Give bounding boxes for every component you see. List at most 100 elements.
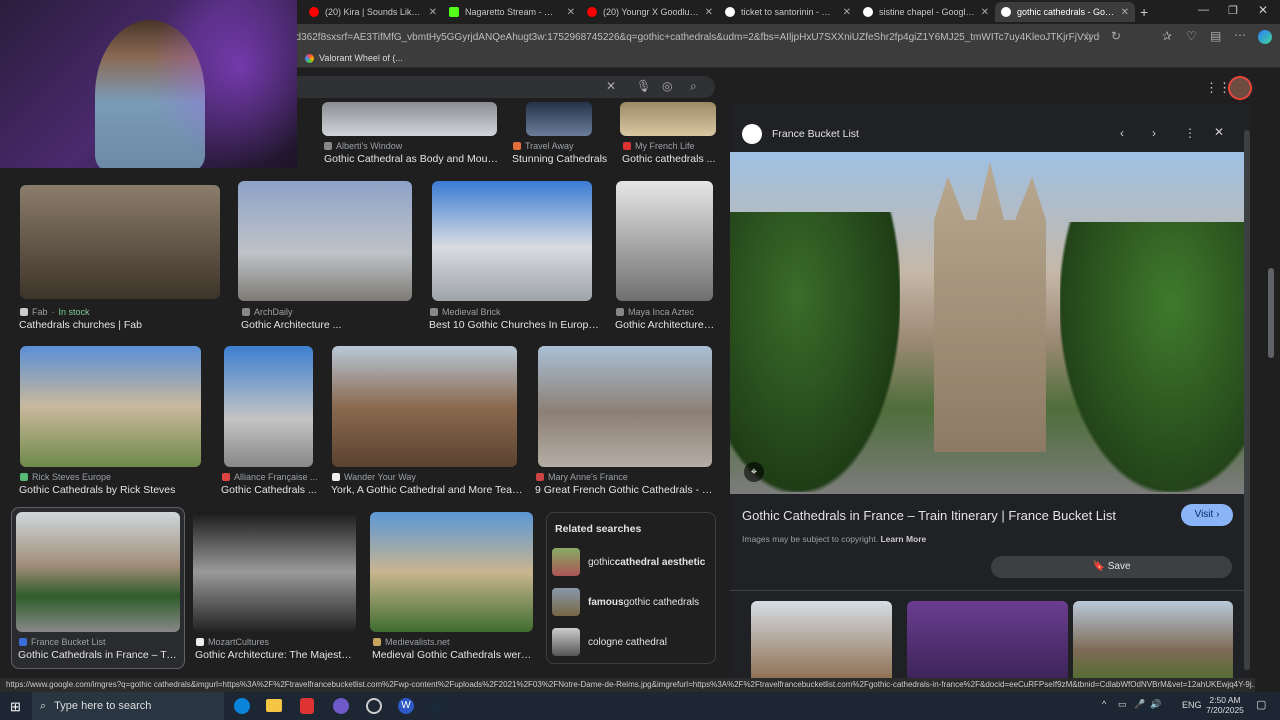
taskbar-search[interactable]: ⌕ Type here to search (32, 692, 224, 720)
result-image[interactable] (616, 181, 713, 301)
related-searches: Related searches gothic cathedral aesthe… (546, 512, 716, 664)
microphone-icon[interactable]: 🎙 (636, 79, 651, 93)
search-input[interactable]: ✕ 🎙 ◎ ⌕ (290, 76, 715, 98)
next-icon[interactable]: › (1152, 126, 1156, 140)
close-window-button[interactable]: ✕ (1258, 3, 1268, 17)
lens-icon[interactable]: ⌖ (744, 462, 764, 482)
webcam-overlay (0, 0, 297, 168)
result-title[interactable]: Gothic cathedrals ... (622, 153, 716, 165)
collections-icon[interactable]: ▤ (1210, 29, 1221, 43)
result-image[interactable] (432, 181, 592, 301)
similar-image[interactable] (1073, 601, 1233, 678)
panel-title[interactable]: Gothic Cathedrals in France – Train Itin… (742, 508, 1172, 523)
tab-kira[interactable]: (20) Kira | Sounds Like ATL |✕ (303, 2, 443, 22)
result-image[interactable] (538, 346, 712, 467)
result-source: My French Life (623, 141, 695, 151)
minimize-button[interactable]: — (1198, 4, 1209, 16)
result-image[interactable] (20, 346, 201, 467)
result-title[interactable]: 9 Great French Gothic Cathedrals - Ma... (535, 484, 715, 496)
google-icon (863, 7, 873, 17)
more-options-icon[interactable]: ⋮ (1184, 126, 1196, 140)
save-button[interactable]: 🔖 Save (991, 556, 1232, 578)
clear-icon[interactable]: ✕ (606, 79, 616, 93)
favorites-icon[interactable]: ✰ (1162, 29, 1172, 43)
obs-icon[interactable] (366, 698, 382, 714)
related-item[interactable]: gothic cathedral aesthetic (552, 547, 705, 577)
search-icon[interactable]: ⌕ (690, 79, 697, 94)
result-title[interactable]: Cathedrals churches | Fab (19, 319, 219, 331)
result-image[interactable] (332, 346, 517, 467)
result-image[interactable] (370, 512, 533, 632)
result-image[interactable] (16, 512, 180, 632)
extension-icon[interactable]: ♡ (1186, 29, 1197, 43)
result-image[interactable] (224, 346, 313, 467)
copilot-icon[interactable] (1258, 30, 1272, 44)
result-source: Alberti's Window (324, 141, 402, 151)
close-icon[interactable]: ✕ (843, 7, 851, 18)
related-item[interactable]: cologne cathedral (552, 627, 667, 657)
chrome-icon[interactable] (333, 698, 349, 714)
tab-gothic-cathedrals[interactable]: gothic cathedrals - Google ✕ (995, 2, 1135, 22)
tab-sistine[interactable]: sistine chapel - Google Sea✕ (857, 2, 995, 22)
learn-more-link[interactable]: Learn More (880, 534, 926, 544)
maximize-button[interactable]: ❐ (1228, 4, 1238, 17)
similar-image[interactable] (751, 601, 892, 678)
tray-chevron-icon[interactable]: ^ (1102, 699, 1106, 709)
close-icon[interactable]: ✕ (429, 7, 437, 18)
language-indicator[interactable]: ENG (1182, 700, 1202, 710)
result-title[interactable]: Medieval Gothic Cathedrals were ... (372, 649, 532, 661)
result-title[interactable]: Best 10 Gothic Churches In Europe ... (429, 319, 599, 331)
result-title[interactable]: York, A Gothic Cathedral and More Tears … (331, 484, 523, 496)
result-title[interactable]: Gothic Cathedrals by Rick Steves (19, 484, 219, 496)
panel-scrollbar[interactable] (1244, 130, 1250, 670)
tab-santorini[interactable]: ticket to santorinin - Googl ✕ (719, 2, 857, 22)
close-icon[interactable]: ✕ (567, 7, 575, 18)
file-explorer-icon[interactable] (266, 699, 282, 712)
stock-badge: In stock (58, 307, 90, 317)
result-title[interactable]: Gothic Cathedrals ... (221, 484, 321, 496)
clock[interactable]: 2:50 AM 7/20/2025 (1206, 695, 1244, 715)
app-icon[interactable] (300, 698, 314, 714)
result-title[interactable]: Stunning Cathedrals (512, 153, 612, 165)
microphone-icon[interactable]: 🎤 (1134, 699, 1145, 710)
new-tab-button[interactable]: + (1140, 4, 1148, 20)
result-title[interactable]: Gothic Cathedrals in France – Trai... (18, 649, 178, 661)
result-image[interactable] (238, 181, 412, 301)
word-icon[interactable]: W (398, 698, 414, 714)
address-bar[interactable]: 7d362f8sxsrf=AE3TifMfG_vbmtHy5GGyrjdANQe… (290, 27, 1100, 47)
close-icon[interactable]: ✕ (705, 7, 713, 18)
previous-icon[interactable]: ‹ (1120, 126, 1124, 140)
preview-image[interactable]: ⌖ (730, 152, 1245, 494)
menu-icon[interactable]: ⋯ (1234, 28, 1246, 42)
result-image[interactable] (620, 102, 716, 136)
refresh-icon[interactable]: ↻ (1111, 29, 1121, 43)
bookmark-valorant[interactable]: Valorant Wheel of (... (305, 53, 403, 63)
close-icon[interactable]: ✕ (1121, 7, 1129, 18)
volume-icon[interactable]: 🔊 (1150, 699, 1161, 710)
close-icon[interactable]: ✕ (1214, 125, 1224, 139)
result-title[interactable]: Gothic Architecture ... (241, 319, 411, 331)
notification-icon[interactable]: ▢ (1256, 698, 1266, 711)
lens-icon[interactable]: ◎ (662, 79, 672, 93)
result-image[interactable] (526, 102, 592, 136)
network-icon[interactable]: ▭ (1118, 699, 1127, 710)
avatar[interactable] (1228, 76, 1252, 100)
result-title[interactable]: Gothic Cathedral as Body and Mount... (324, 153, 499, 165)
windows-start-icon[interactable]: ⊞ (10, 699, 21, 715)
result-image[interactable] (193, 512, 356, 632)
tab-youngr[interactable]: (20) Youngr X Goodluck - V✕ (581, 2, 719, 22)
close-icon[interactable]: ✕ (981, 7, 989, 18)
tab-nagaretto[interactable]: Nagaretto Stream - Watch ✕ (443, 2, 581, 22)
edge-icon[interactable] (234, 698, 250, 714)
result-image[interactable] (20, 185, 220, 299)
result-title[interactable]: Gothic Architecture ... (615, 319, 715, 331)
star-icon[interactable]: ☆ (1082, 29, 1093, 43)
similar-image[interactable] (907, 601, 1068, 678)
result-title[interactable]: Gothic Architecture: The Majesty o... (195, 649, 355, 661)
steam-icon[interactable] (430, 698, 446, 714)
panel-source[interactable]: France Bucket List (772, 128, 859, 140)
page-scrollbar[interactable] (1268, 268, 1274, 358)
related-item[interactable]: famous gothic cathedrals (552, 587, 699, 617)
visit-button[interactable]: Visit › (1181, 504, 1233, 526)
result-image[interactable] (322, 102, 497, 136)
